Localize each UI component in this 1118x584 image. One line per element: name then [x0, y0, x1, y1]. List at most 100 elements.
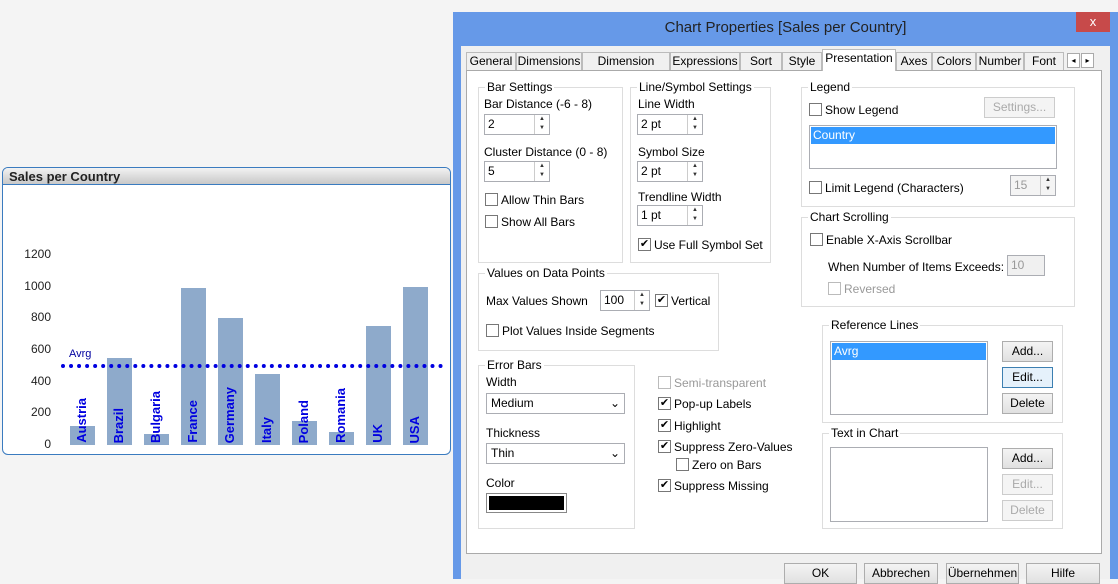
popup-labels-checkbox[interactable]: ✔ [658, 397, 671, 410]
tab-scroll-left-icon[interactable]: ◂ [1067, 53, 1080, 68]
semi-transparent-checkbox[interactable] [658, 376, 671, 389]
full-symbol-set-label: Use Full Symbol Set [654, 238, 763, 252]
spinner-arrows-icon[interactable]: ▲ ▼ [534, 162, 549, 181]
dialog-title: Chart Properties [Sales per Country] [664, 19, 907, 36]
suppress-missing-label: Suppress Missing [674, 479, 769, 493]
y-tick-label: 1000 [24, 278, 51, 293]
spinner-arrows-icon[interactable]: ▲ ▼ [687, 162, 702, 181]
trendline-width-spinner[interactable]: 1 pt ▲ ▼ [637, 205, 703, 226]
thickness-select[interactable]: Thin ⌄ [486, 443, 625, 464]
tab-sort[interactable]: Sort [740, 52, 782, 70]
error-width-select[interactable]: Medium ⌄ [486, 393, 625, 414]
group-label: Bar Settings [485, 80, 555, 94]
close-button[interactable]: x [1076, 12, 1110, 32]
full-symbol-set-checkbox[interactable]: ✔ [638, 238, 651, 251]
bar-label: USA [407, 415, 422, 443]
enable-scrollbar-checkbox[interactable] [810, 233, 823, 246]
zero-on-bars-checkbox[interactable] [676, 458, 689, 471]
tab-colors[interactable]: Colors [932, 52, 976, 70]
exceeds-input[interactable]: 10 [1007, 255, 1045, 276]
y-tick-label: 800 [30, 310, 51, 325]
allow-thin-bars-label: Allow Thin Bars [501, 193, 585, 207]
vertical-checkbox[interactable]: ✔ [655, 294, 668, 307]
legend-settings-button[interactable]: Settings... [984, 97, 1055, 118]
tab-presentation[interactable]: Presentation [822, 49, 896, 71]
spinner-arrows-icon[interactable]: ▲ ▼ [687, 206, 702, 225]
reversed-checkbox[interactable] [828, 282, 841, 295]
suppress-zero-checkbox[interactable]: ✔ [658, 440, 671, 453]
legend-list[interactable]: Country [809, 125, 1057, 169]
allow-thin-bars-checkbox[interactable] [485, 193, 498, 206]
tab-number[interactable]: Number [976, 52, 1024, 70]
bar-distance-label: Bar Distance (-6 - 8) [484, 97, 593, 111]
tab-general[interactable]: General [466, 52, 516, 70]
show-all-bars-label: Show All Bars [501, 215, 576, 229]
bar-label: Poland [296, 399, 311, 443]
reference-lines-list[interactable]: Avrg [830, 341, 988, 415]
cluster-distance-label: Cluster Distance (0 - 8) [484, 145, 608, 159]
popup-labels-label: Pop-up Labels [674, 397, 752, 411]
tab-style[interactable]: Style [782, 52, 822, 70]
value: 15 [1014, 178, 1028, 192]
error-color-button[interactable] [486, 493, 567, 513]
color-label: Color [486, 476, 515, 490]
suppress-missing-checkbox[interactable]: ✔ [658, 479, 671, 492]
spinner-arrows-icon[interactable]: ▲ ▼ [634, 291, 649, 310]
y-tick-label: 400 [30, 373, 51, 388]
vertical-label: Vertical [671, 294, 711, 308]
reference-line-item[interactable]: Avrg [832, 343, 986, 360]
value: 100 [604, 293, 625, 307]
spinner-arrows-icon[interactable]: ▲ ▼ [534, 115, 549, 134]
plot-inside-checkbox[interactable] [486, 324, 499, 337]
ref-delete-button[interactable]: Delete [1002, 393, 1053, 414]
text-add-button[interactable]: Add... [1002, 448, 1053, 469]
line-width-label: Line Width [638, 97, 695, 111]
group-label: Line/Symbol Settings [637, 80, 754, 94]
bar-label: Germany [222, 386, 237, 443]
show-legend-checkbox[interactable] [809, 103, 822, 116]
apply-button[interactable]: Übernehmen [946, 563, 1019, 584]
cancel-button[interactable]: Abbrechen [864, 563, 938, 584]
text-edit-button[interactable]: Edit... [1002, 474, 1053, 495]
ref-edit-button[interactable]: Edit... [1002, 367, 1053, 388]
spinner-arrows-icon[interactable]: ▲ ▼ [687, 115, 702, 134]
symbol-size-spinner[interactable]: 2 pt ▲ ▼ [637, 161, 703, 182]
group-label: Values on Data Points [485, 266, 607, 280]
tab-expressions[interactable]: Expressions [670, 52, 740, 70]
dialog-body: GeneralDimensionsDimension LimitsExpress… [461, 46, 1110, 584]
legend-list-item[interactable]: Country [811, 127, 1055, 144]
limit-legend-checkbox[interactable] [809, 181, 822, 194]
tab-dimensions[interactable]: Dimensions [516, 52, 582, 70]
group-label: Chart Scrolling [808, 210, 891, 224]
highlight-label: Highlight [674, 419, 721, 433]
bar-distance-spinner[interactable]: 2 ▲ ▼ [484, 114, 550, 135]
chart-window[interactable]: Sales per Country 0 200 400 600 800 1000 1200 A… [2, 167, 451, 455]
value: Medium [491, 396, 534, 410]
tab-scroll-right-icon[interactable]: ▸ [1081, 53, 1094, 68]
tab-dimension-limits[interactable]: Dimension Limits [582, 52, 670, 85]
spinner-arrows-icon[interactable]: ▲ ▼ [1040, 176, 1055, 195]
tab-font[interactable]: Font [1024, 52, 1064, 70]
max-values-spinner[interactable]: 100 ▲ ▼ [600, 290, 650, 311]
text-delete-button[interactable]: Delete [1002, 500, 1053, 521]
text-in-chart-list[interactable] [830, 447, 988, 522]
show-all-bars-checkbox[interactable] [485, 215, 498, 228]
zero-on-bars-label: Zero on Bars [692, 458, 762, 472]
group-label: Reference Lines [829, 318, 921, 332]
y-tick-label: 600 [30, 342, 51, 356]
tab-axes[interactable]: Axes [896, 52, 932, 70]
ok-button[interactable]: OK [784, 563, 857, 584]
help-button[interactable]: Hilfe [1026, 563, 1100, 584]
plot-inside-label: Plot Values Inside Segments [502, 324, 655, 338]
chevron-down-icon: ⌄ [609, 396, 620, 410]
reversed-label: Reversed [844, 282, 896, 296]
semi-transparent-label: Semi-transparent [674, 376, 767, 390]
show-legend-label: Show Legend [825, 103, 899, 117]
trendline-width-label: Trendline Width [638, 190, 722, 204]
limit-legend-spinner[interactable]: 15 ▲ ▼ [1010, 175, 1056, 196]
line-width-spinner[interactable]: 2 pt ▲ ▼ [637, 114, 703, 135]
bar-label: France [185, 400, 200, 443]
ref-add-button[interactable]: Add... [1002, 341, 1053, 362]
highlight-checkbox[interactable]: ✔ [658, 419, 671, 432]
cluster-distance-spinner[interactable]: 5 ▲ ▼ [484, 161, 550, 182]
